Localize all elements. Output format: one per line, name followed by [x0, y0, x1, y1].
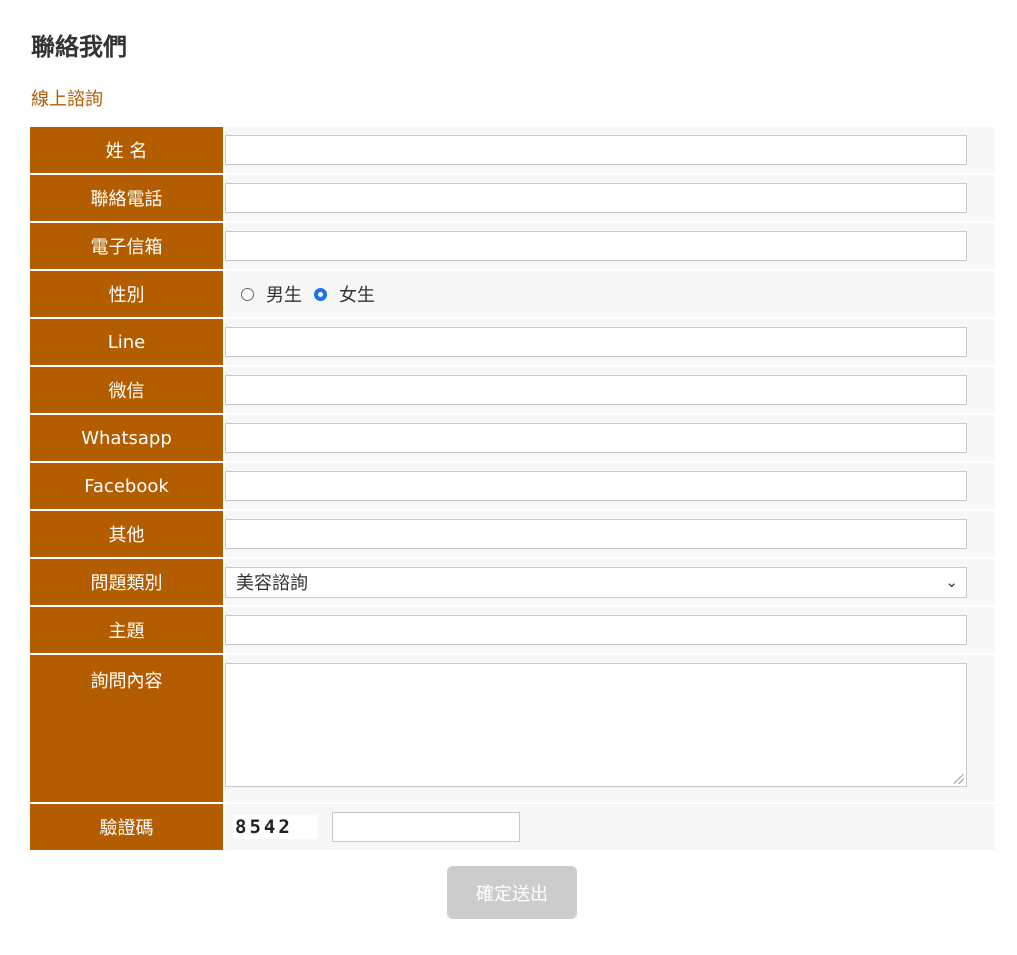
row-gender: 性別 男生 女生 — [30, 271, 995, 317]
gender-radio-group: 男生 女生 — [225, 281, 995, 307]
phone-label: 聯絡電話 — [30, 175, 225, 221]
contact-form: 姓 名 聯絡電話 電子信箱 性別 男生 女生 Line 微信 Whatsapp … — [30, 125, 995, 852]
subject-label: 主題 — [30, 607, 225, 653]
wechat-label: 微信 — [30, 367, 225, 413]
email-input[interactable] — [225, 231, 967, 261]
whatsapp-input[interactable] — [225, 423, 967, 453]
category-selected-value: 美容諮詢 — [236, 573, 308, 594]
row-captcha: 驗證碼 8542 — [30, 804, 995, 850]
content-label: 詢問內容 — [30, 655, 225, 802]
content-textarea[interactable] — [225, 663, 967, 787]
row-other: 其他 — [30, 511, 995, 557]
contact-page: 聯絡我們 線上諮詢 姓 名 聯絡電話 電子信箱 性別 男生 女生 Line 微信… — [0, 0, 1017, 955]
gender-female-label[interactable]: 女生 — [339, 281, 375, 307]
row-line: Line — [30, 319, 995, 365]
gender-female-radio[interactable] — [314, 287, 327, 301]
facebook-input[interactable] — [225, 471, 967, 501]
line-label: Line — [30, 319, 225, 365]
submit-button[interactable]: 確定送出 — [447, 866, 577, 919]
row-content: 詢問內容 — [30, 655, 995, 802]
captcha-input[interactable] — [332, 812, 520, 842]
page-title: 聯絡我們 — [31, 33, 127, 61]
category-select[interactable]: 美容諮詢 ⌄ — [225, 566, 967, 598]
line-input[interactable] — [225, 327, 967, 357]
captcha-image: 8542 — [233, 815, 317, 839]
email-label: 電子信箱 — [30, 223, 225, 269]
category-label: 問題類別 — [30, 559, 225, 605]
wechat-input[interactable] — [225, 375, 967, 405]
row-subject: 主題 — [30, 607, 995, 653]
row-facebook: Facebook — [30, 463, 995, 509]
subject-input[interactable] — [225, 615, 967, 645]
gender-label: 性別 — [30, 271, 225, 317]
other-input[interactable] — [225, 519, 967, 549]
row-category: 問題類別 美容諮詢 ⌄ — [30, 559, 995, 605]
phone-input[interactable] — [225, 183, 967, 213]
other-label: 其他 — [30, 511, 225, 557]
page-subtitle: 線上諮詢 — [31, 89, 103, 110]
row-phone: 聯絡電話 — [30, 175, 995, 221]
captcha-label: 驗證碼 — [30, 804, 225, 850]
row-wechat: 微信 — [30, 367, 995, 413]
gender-male-label[interactable]: 男生 — [266, 281, 302, 307]
name-input[interactable] — [225, 135, 967, 165]
gender-male-radio[interactable] — [241, 287, 254, 301]
row-email: 電子信箱 — [30, 223, 995, 269]
whatsapp-label: Whatsapp — [30, 415, 225, 461]
row-whatsapp: Whatsapp — [30, 415, 995, 461]
chevron-down-icon: ⌄ — [945, 573, 958, 591]
facebook-label: Facebook — [30, 463, 225, 509]
name-label: 姓 名 — [30, 127, 225, 173]
resize-grip-icon[interactable] — [954, 774, 964, 784]
row-name: 姓 名 — [30, 127, 995, 173]
